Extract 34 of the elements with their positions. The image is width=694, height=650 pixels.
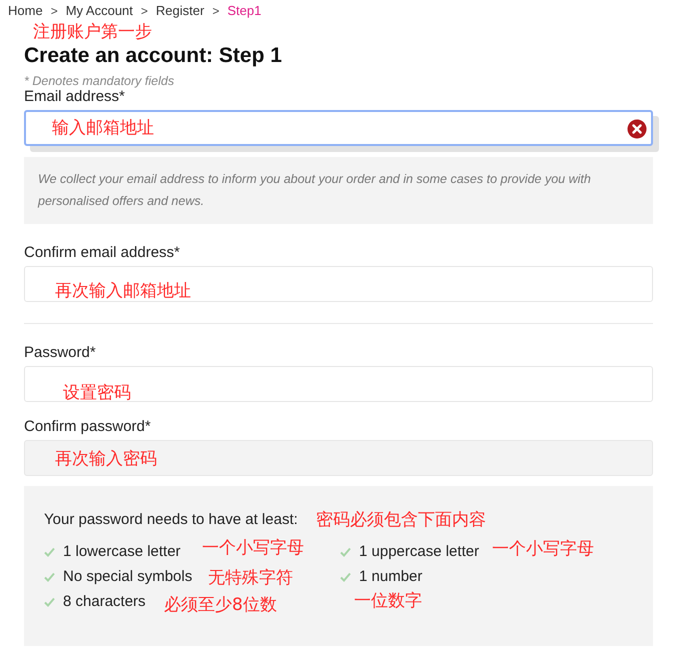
- annotation-text: 再次输入密码: [55, 448, 157, 470]
- requirement-text: 8 characters: [63, 593, 146, 610]
- field-label: Email address*: [24, 88, 126, 105]
- annotation-text: 一个小写字母: [492, 538, 594, 560]
- annotation-text: 注册账户第一步: [33, 21, 152, 43]
- help-text: We collect your email address to inform you about your order and in some cases to provide you with personalised offers and news.: [24, 157, 653, 224]
- breadcrumb-separator: >: [212, 4, 220, 18]
- mandatory-note: * Denotes mandatory fields: [24, 74, 176, 88]
- annotation-text: 一个小写字母: [202, 537, 304, 559]
- breadcrumb-separator: >: [50, 4, 58, 18]
- requirements-heading: Your password needs to have at least:: [44, 511, 298, 528]
- field-label: Confirm password*: [24, 418, 152, 435]
- annotation-text: 输入邮箱地址: [52, 117, 154, 139]
- requirement-text: No special symbols: [63, 568, 192, 585]
- requirement-text: 1 lowercase letter: [63, 543, 181, 560]
- requirement-text: 1 number: [359, 568, 422, 585]
- annotation-text: 再次输入邮箱地址: [55, 280, 191, 302]
- field-label: Confirm email address*: [24, 244, 181, 261]
- input-field[interactable]: 再次输入邮箱地址: [24, 266, 653, 302]
- breadcrumb-link[interactable]: My Account: [66, 3, 133, 18]
- breadcrumb-link[interactable]: Home: [8, 3, 43, 18]
- annotation-text: 一位数字: [354, 590, 422, 612]
- error-icon[interactable]: [627, 119, 647, 139]
- breadcrumb-link[interactable]: Register: [156, 3, 204, 18]
- breadcrumb-link[interactable]: Step1: [227, 3, 262, 18]
- page-title: Create an account: Step 1: [24, 44, 282, 68]
- breadcrumb-separator: >: [140, 4, 148, 18]
- annotation-text: 设置密码: [63, 382, 131, 404]
- annotation-text: 必须至少8位数: [164, 594, 277, 616]
- field-label: Password*: [24, 344, 97, 361]
- requirement-text: 1 uppercase letter: [359, 543, 480, 560]
- input-field[interactable]: 设置密码: [24, 366, 653, 402]
- annotation-text: 无特殊字符: [208, 567, 293, 589]
- annotation-text: 密码必须包含下面内容: [316, 509, 486, 531]
